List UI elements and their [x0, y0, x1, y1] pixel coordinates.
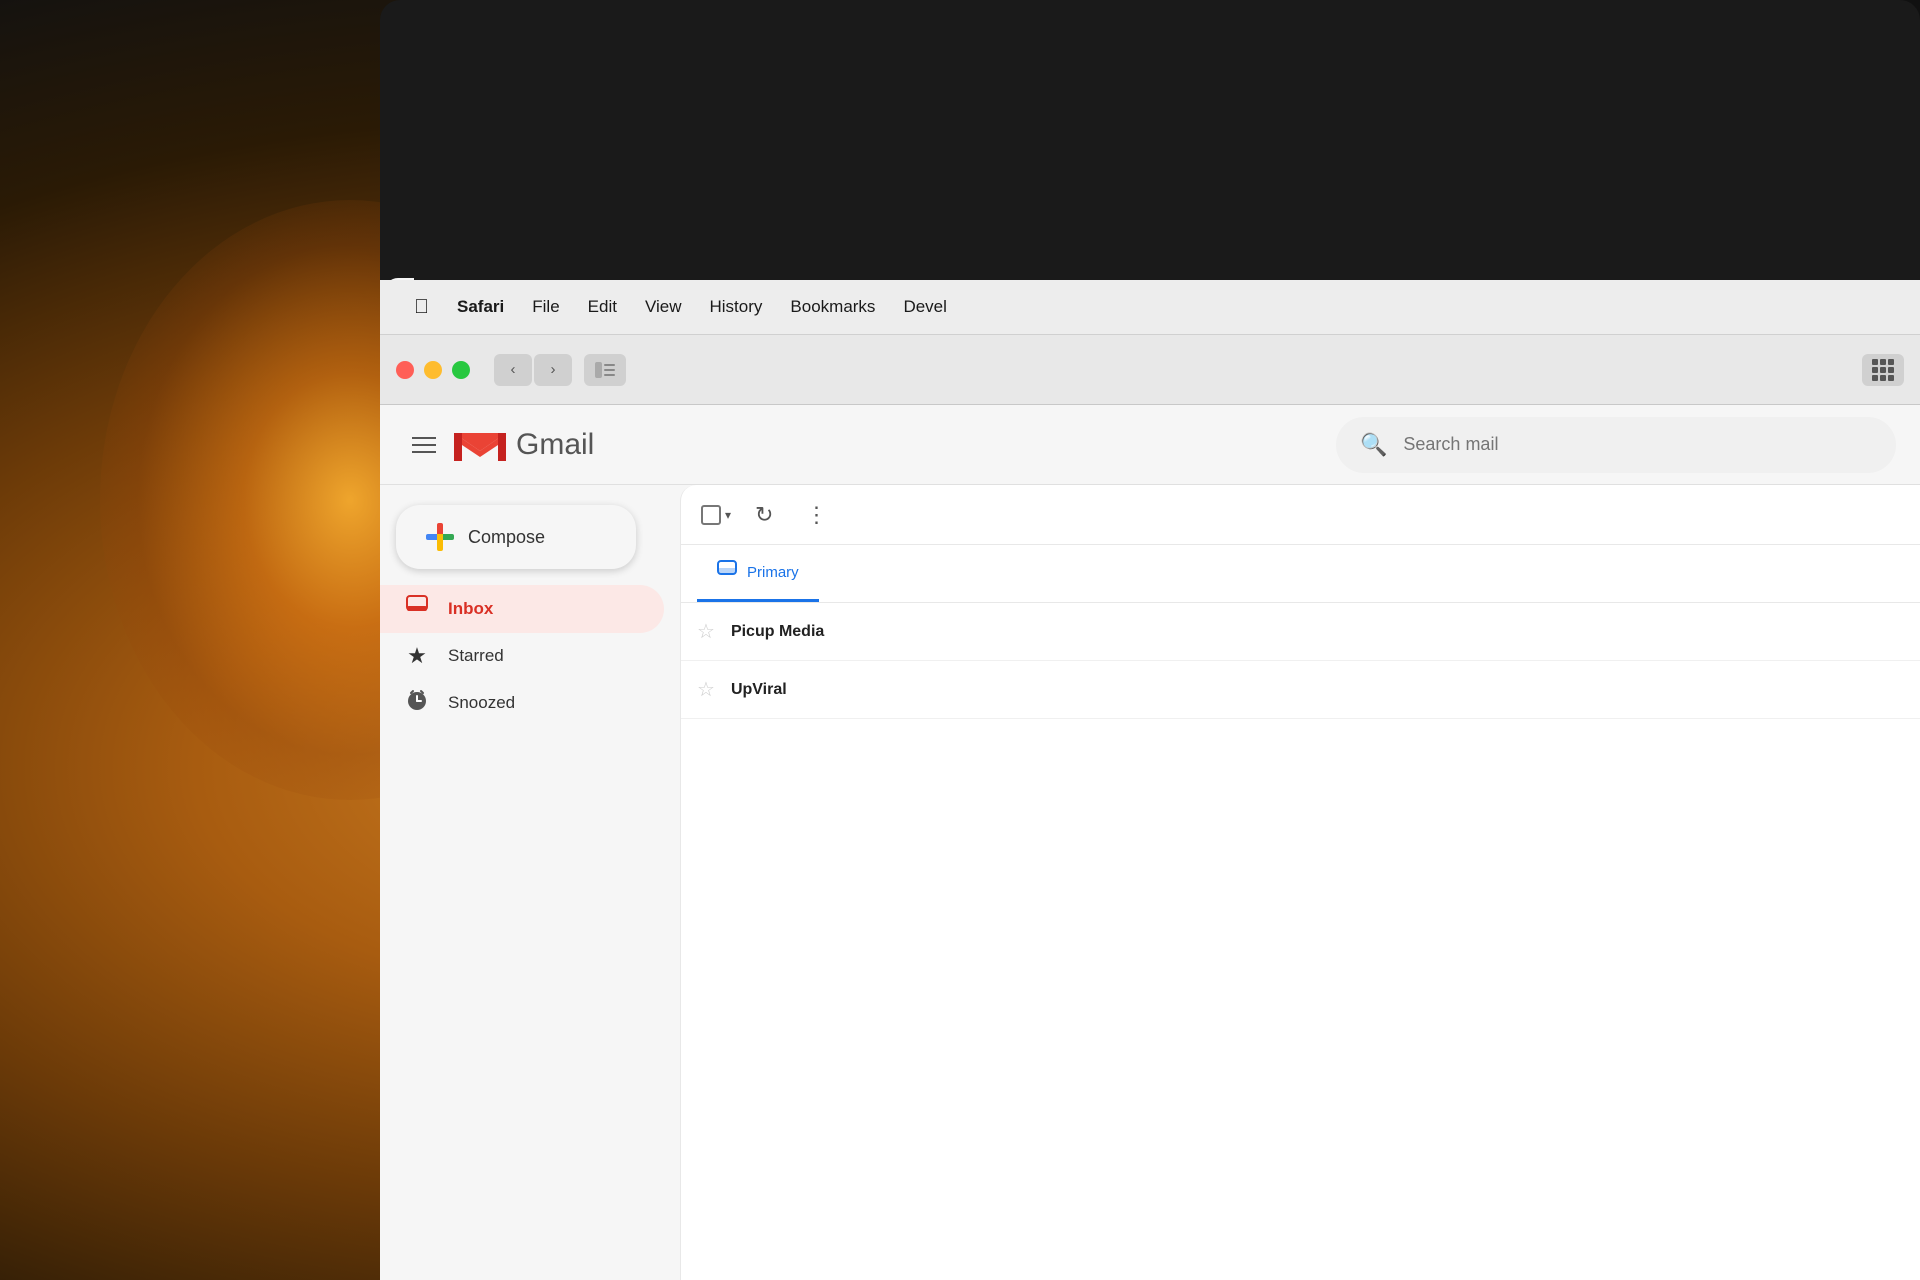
- laptop-bezel-top: [380, 0, 1920, 280]
- main-toolbar: ▾ ↻ ⋮: [681, 485, 1920, 545]
- gmail-m-icon: [454, 425, 506, 465]
- snoozed-label: Snoozed: [448, 693, 515, 713]
- gmail-text: Gmail: [516, 428, 594, 462]
- email-sender: UpViral: [731, 681, 951, 699]
- sidebar-item-starred[interactable]: ★ Starred: [380, 633, 664, 679]
- gmail-area: Gmail 🔍: [380, 405, 1920, 1280]
- select-all-checkbox[interactable]: [701, 505, 721, 525]
- tabs-row: Primary: [681, 545, 1920, 603]
- table-row[interactable]: ☆ UpViral: [681, 661, 1920, 719]
- laptop-frame:  Safari File Edit View History Bookmark…: [380, 0, 1920, 1280]
- menu-bar:  Safari File Edit View History Bookmark…: [380, 280, 1920, 335]
- apple-menu[interactable]: : [400, 292, 443, 323]
- search-input[interactable]: [1403, 434, 1872, 455]
- bookmarks-menu[interactable]: Bookmarks: [776, 293, 889, 321]
- grid-button[interactable]: [1862, 354, 1904, 386]
- inbox-icon: [404, 595, 430, 623]
- compose-button[interactable]: Compose: [396, 505, 636, 569]
- nav-buttons: ‹ ›: [494, 354, 572, 386]
- close-button[interactable]: [396, 361, 414, 379]
- develop-menu[interactable]: Devel: [889, 293, 960, 321]
- inbox-label: Inbox: [448, 599, 493, 619]
- back-arrow-icon: ‹: [511, 361, 516, 378]
- gmail-sidebar: Compose Inbox ★ S: [380, 485, 680, 1280]
- maximize-button[interactable]: [452, 361, 470, 379]
- table-row[interactable]: ☆ Picup Media: [681, 603, 1920, 661]
- star-icon[interactable]: ☆: [697, 677, 715, 702]
- tab-primary[interactable]: Primary: [697, 545, 819, 602]
- gmail-main: ▾ ↻ ⋮: [680, 485, 1920, 1280]
- refresh-button[interactable]: ↻: [747, 498, 781, 532]
- hamburger-button[interactable]: [404, 429, 444, 461]
- gmail-logo: Gmail: [454, 425, 594, 465]
- more-dots-icon: ⋮: [805, 502, 828, 527]
- hamburger-line-3: [412, 451, 436, 453]
- checkbox-area[interactable]: ▾: [701, 505, 731, 525]
- edit-menu[interactable]: Edit: [574, 293, 631, 321]
- plus-icon: [426, 523, 454, 551]
- star-icon[interactable]: ☆: [697, 619, 715, 644]
- star-icon: ★: [404, 643, 430, 669]
- clock-icon: [404, 689, 430, 717]
- email-sender: Picup Media: [731, 623, 951, 641]
- gmail-header: Gmail 🔍: [380, 405, 1920, 485]
- hamburger-line-1: [412, 437, 436, 439]
- browser-chrome: ‹ ›: [380, 335, 1920, 405]
- sidebar-toggle-icon: [595, 362, 615, 378]
- forward-arrow-icon: ›: [551, 361, 556, 378]
- traffic-lights: [396, 361, 470, 379]
- email-list: ☆ Picup Media ☆ UpViral: [681, 603, 1920, 719]
- starred-label: Starred: [448, 646, 504, 666]
- checkbox-dropdown-arrow[interactable]: ▾: [725, 508, 731, 522]
- search-icon: 🔍: [1360, 432, 1387, 458]
- minimize-button[interactable]: [424, 361, 442, 379]
- hamburger-line-2: [412, 444, 436, 446]
- history-menu[interactable]: History: [696, 293, 777, 321]
- grid-icon: [1872, 359, 1894, 381]
- forward-button[interactable]: ›: [534, 354, 572, 386]
- refresh-icon: ↻: [755, 502, 773, 527]
- primary-tab-label: Primary: [747, 564, 799, 581]
- view-menu[interactable]: View: [631, 293, 696, 321]
- compose-icon: [426, 523, 454, 551]
- screen:  Safari File Edit View History Bookmark…: [380, 280, 1920, 1280]
- primary-tab-icon: [717, 559, 737, 585]
- back-button[interactable]: ‹: [494, 354, 532, 386]
- plus-vertical: [437, 523, 443, 551]
- more-options-button[interactable]: ⋮: [797, 498, 836, 532]
- sidebar-item-inbox[interactable]: Inbox: [380, 585, 664, 633]
- safari-menu[interactable]: Safari: [443, 293, 518, 321]
- search-bar[interactable]: 🔍: [1336, 417, 1896, 473]
- gmail-body: Compose Inbox ★ S: [380, 485, 1920, 1280]
- sidebar-item-snoozed[interactable]: Snoozed: [380, 679, 664, 727]
- compose-label: Compose: [468, 527, 545, 548]
- file-menu[interactable]: File: [518, 293, 573, 321]
- sidebar-toggle-button[interactable]: [584, 354, 626, 386]
